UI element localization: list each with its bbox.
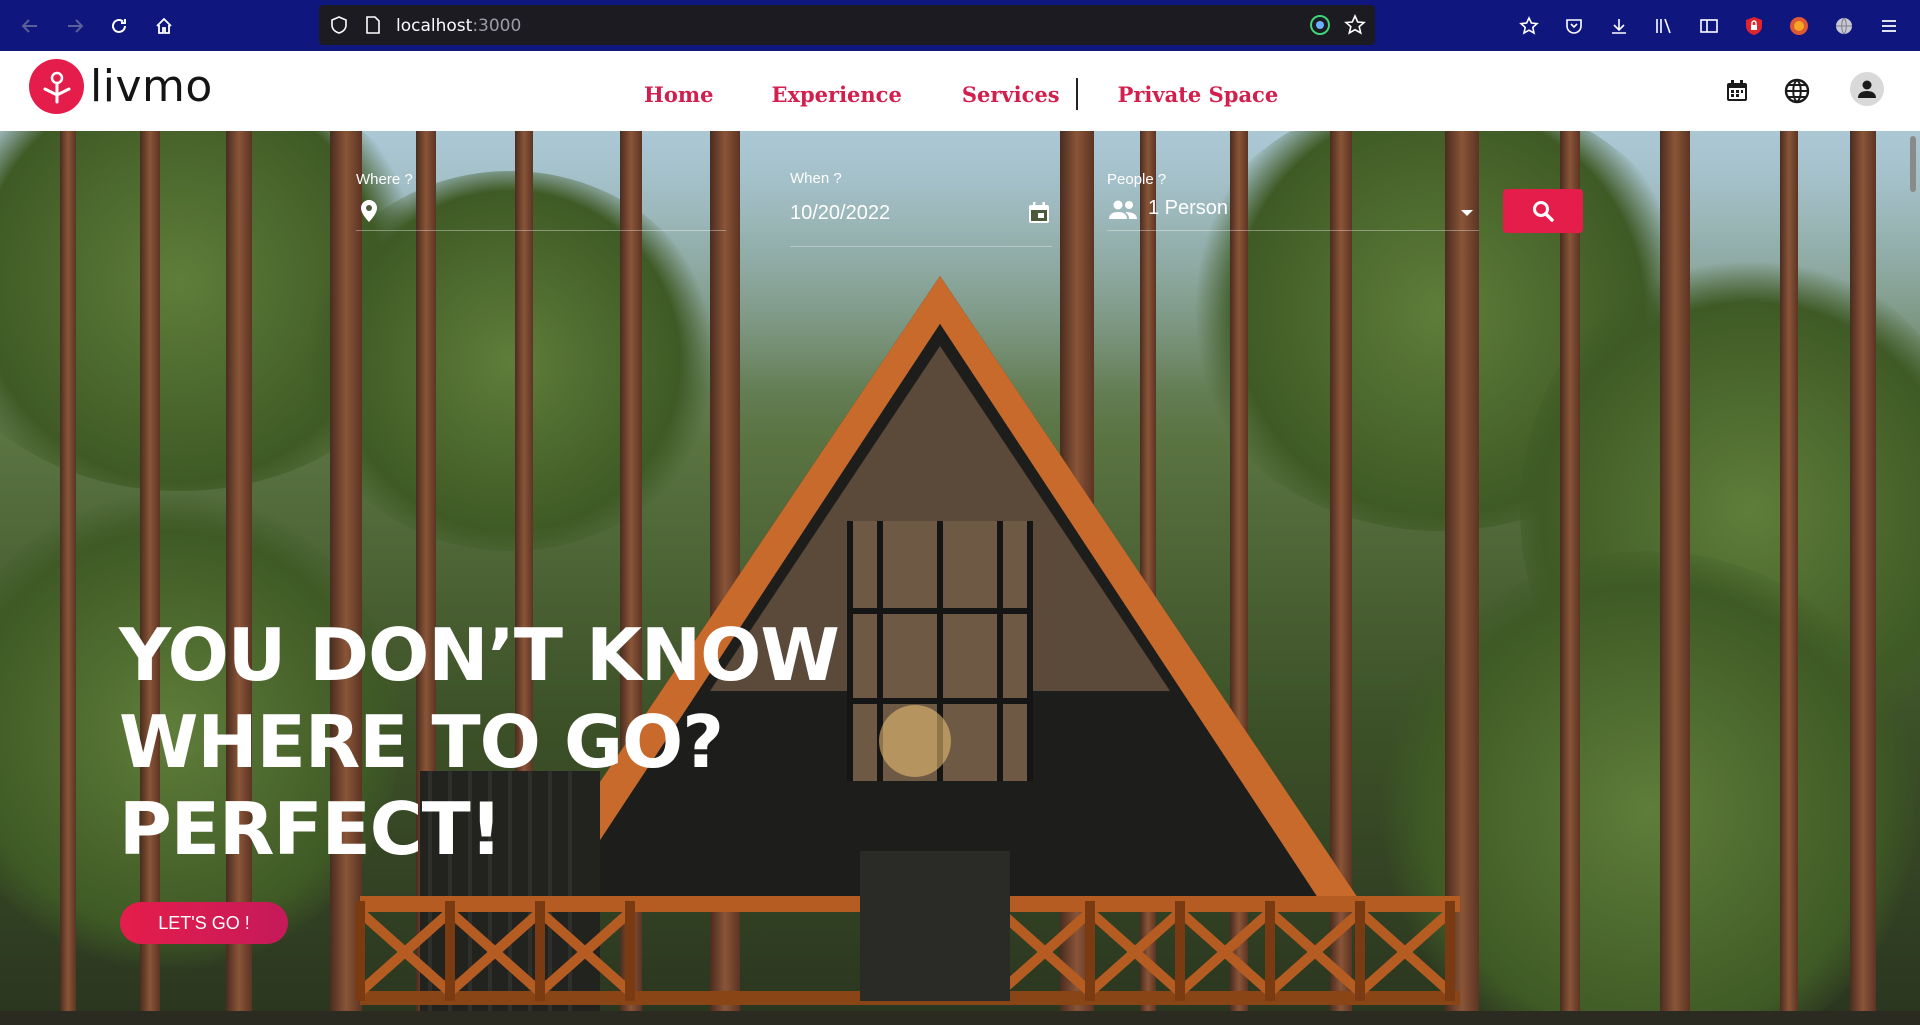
hero-headline: YOU DON’T KNOW WHERE TO GO? PERFECT! xyxy=(119,612,840,873)
site-header: livmo Home Experience Services Private S… xyxy=(0,51,1920,131)
nav-services[interactable]: Services xyxy=(962,82,1060,107)
main-navigation: Home Experience Services Private Space xyxy=(644,78,1278,110)
search-button[interactable] xyxy=(1503,189,1583,233)
scrollbar-thumb[interactable] xyxy=(1910,136,1916,192)
extension-globe-icon[interactable] xyxy=(1832,14,1856,38)
nav-home[interactable]: Home xyxy=(644,82,713,107)
nav-private-space[interactable]: Private Space xyxy=(1118,82,1279,107)
logo-text: livmo xyxy=(90,61,213,112)
user-icon xyxy=(1858,80,1876,98)
shield-icon[interactable] xyxy=(329,15,349,40)
browser-toolbar: localhost:3000 xyxy=(0,0,1920,51)
forward-arrow-icon[interactable] xyxy=(62,13,88,39)
people-label: People ? xyxy=(1107,171,1167,188)
download-icon[interactable] xyxy=(1607,14,1631,38)
extension-duck-icon[interactable] xyxy=(1787,14,1811,38)
save-to-pocket-star-icon[interactable] xyxy=(1517,14,1541,38)
page-info-icon[interactable] xyxy=(364,15,382,40)
when-label: When ? xyxy=(790,170,842,187)
hero-background xyxy=(0,131,1920,1025)
people-underline xyxy=(1107,230,1479,231)
headline-line-2: WHERE TO GO? xyxy=(119,700,724,784)
sidebar-icon[interactable] xyxy=(1697,14,1721,38)
where-label: Where ? xyxy=(356,171,413,188)
url-port: :3000 xyxy=(472,16,522,36)
calendar-picker-icon[interactable] xyxy=(1027,201,1051,230)
where-underline xyxy=(356,230,726,231)
logo[interactable]: livmo xyxy=(29,59,213,114)
people-select[interactable]: 1 Person xyxy=(1148,197,1228,220)
url-host: localhost xyxy=(396,16,473,36)
home-icon[interactable] xyxy=(151,13,177,39)
reload-icon[interactable] xyxy=(106,13,132,39)
logo-pin-icon xyxy=(29,59,84,114)
pocket-icon[interactable] xyxy=(1562,14,1586,38)
lets-go-button[interactable]: LET'S GO ! xyxy=(120,902,288,944)
language-globe-icon[interactable] xyxy=(1782,76,1812,106)
hamburger-menu-icon[interactable] xyxy=(1877,14,1901,38)
people-group-icon xyxy=(1108,199,1138,224)
back-arrow-icon[interactable] xyxy=(17,13,43,39)
calendar-icon[interactable] xyxy=(1722,76,1752,106)
headline-line-3: PERFECT! xyxy=(119,787,503,871)
url-text[interactable]: localhost:3000 xyxy=(396,16,521,36)
when-underline xyxy=(790,246,1052,247)
library-icon[interactable] xyxy=(1652,14,1676,38)
date-input[interactable]: 10/20/2022 xyxy=(790,202,890,225)
dropdown-caret-icon[interactable] xyxy=(1460,205,1474,223)
location-pin-icon xyxy=(360,199,378,228)
where-input[interactable] xyxy=(390,196,724,226)
nav-divider xyxy=(1075,78,1078,110)
tracking-icon[interactable] xyxy=(1309,14,1331,41)
extension-lock-icon[interactable] xyxy=(1742,14,1766,38)
a-frame-cabin-image xyxy=(0,276,1920,1025)
nav-experience[interactable]: Experience xyxy=(771,82,901,107)
headline-line-1: YOU DON’T KNOW xyxy=(119,613,840,697)
bookmark-star-icon[interactable] xyxy=(1344,14,1366,41)
address-bar[interactable]: localhost:3000 xyxy=(319,5,1375,45)
user-avatar[interactable] xyxy=(1850,72,1884,106)
search-icon xyxy=(1533,201,1554,222)
